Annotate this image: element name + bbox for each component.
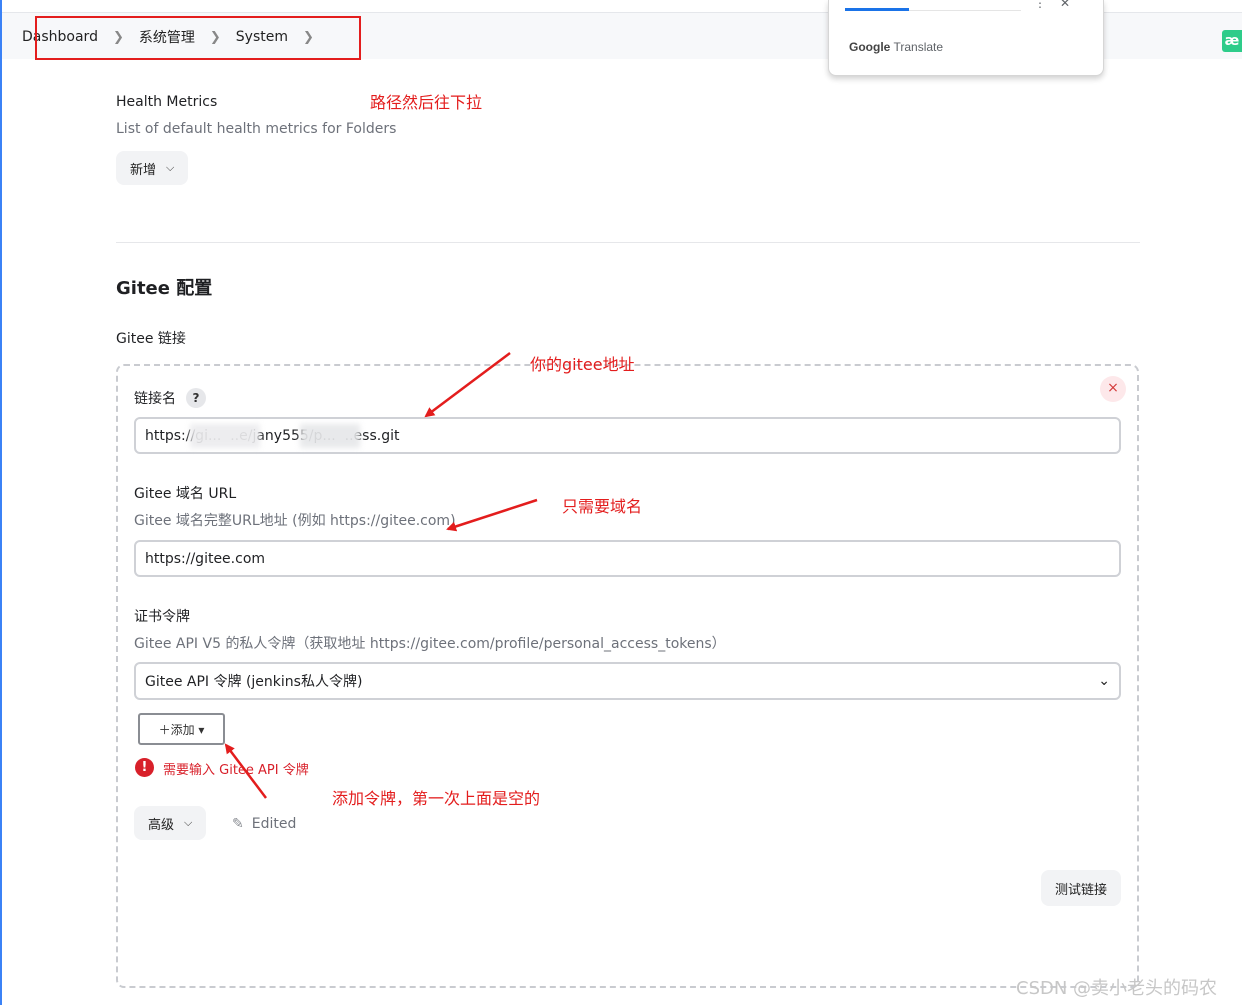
health-metrics-title: Health Metrics xyxy=(116,94,218,110)
health-metrics-description: List of default health metrics for Folde… xyxy=(116,121,397,137)
redacted-area xyxy=(190,424,260,448)
section-divider xyxy=(116,242,1140,243)
connection-name-input[interactable] xyxy=(134,417,1121,454)
chevron-down-icon: ⌄ xyxy=(1098,673,1110,689)
credential-select[interactable]: Gitee API 令牌 (jenkins私人令牌) ⌄ xyxy=(134,662,1121,700)
gitee-section-title: Gitee 配置 xyxy=(116,278,213,299)
health-metrics-add-button[interactable]: 新增 ⌵ xyxy=(116,151,189,185)
gitee-connections-label: Gitee 链接 xyxy=(116,331,186,347)
pencil-icon: ✎ xyxy=(232,816,244,832)
test-connection-button[interactable]: 测试链接 xyxy=(1041,870,1121,906)
close-icon[interactable]: × xyxy=(1100,376,1126,402)
domain-url-description: Gitee 域名完整URL地址 (例如 https://gitee.com) xyxy=(134,513,456,529)
google-translate-brand: Google Translate xyxy=(849,40,944,54)
add-credential-button[interactable]: ＋添加 ▾ xyxy=(138,713,225,745)
google-translate-popup: ⋮✕ Google Translate xyxy=(828,0,1104,76)
watermark: CSDN @卖小老头的码农 xyxy=(1016,978,1218,999)
edited-indicator: ✎ Edited xyxy=(232,816,297,832)
annotation-token-note: 添加令牌，第一次上面是空的 xyxy=(332,789,541,808)
advanced-button[interactable]: 高级 ⌵ xyxy=(134,806,207,840)
more-options-icon[interactable]: ⋮✕ xyxy=(1034,0,1084,10)
credential-selected-value: Gitee API 令牌 (jenkins私人令牌) xyxy=(145,674,363,690)
error-icon: ! xyxy=(135,758,154,777)
help-icon[interactable]: ? xyxy=(186,388,206,408)
annotation-highlight-box xyxy=(35,16,361,60)
chevron-down-icon: ⌵ xyxy=(166,161,175,174)
extension-badge-icon[interactable]: æ xyxy=(1222,30,1242,52)
translate-tab-active-indicator[interactable] xyxy=(845,8,909,11)
annotation-address-note: 你的gitee地址 xyxy=(530,355,635,374)
annotation-domain-note: 只需要域名 xyxy=(562,497,643,516)
annotation-breadcrumb-note: 路径然后往下拉 xyxy=(370,93,483,112)
connection-name-label: 链接名 xyxy=(134,391,176,407)
credential-label: 证书令牌 xyxy=(134,609,190,625)
credential-description: Gitee API V5 的私人令牌（获取地址 https://gitee.co… xyxy=(134,636,726,652)
redacted-area xyxy=(300,424,360,448)
error-message: 需要输入 Gitee API 令牌 xyxy=(163,763,309,778)
chevron-down-icon: ⌵ xyxy=(184,816,193,829)
left-edge-bar xyxy=(0,0,2,1005)
domain-url-label: Gitee 域名 URL xyxy=(134,486,237,502)
domain-url-input[interactable] xyxy=(134,540,1121,577)
